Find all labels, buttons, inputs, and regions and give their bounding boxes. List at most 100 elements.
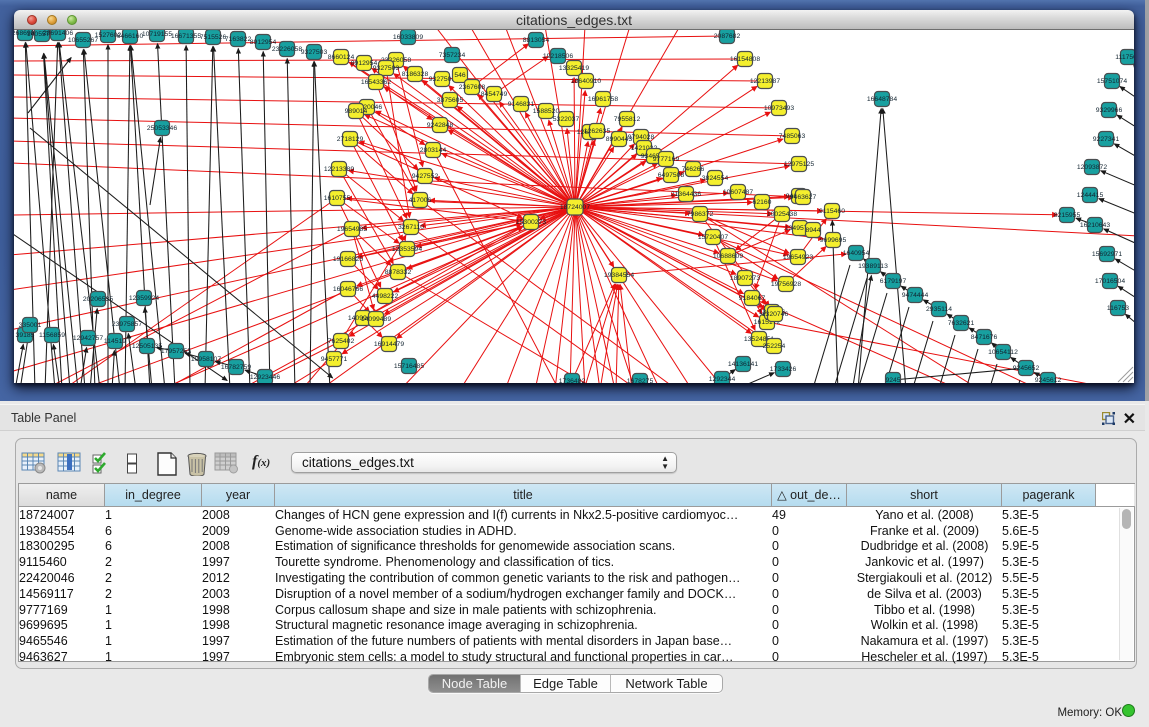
svg-text:15300273: 15300273 (516, 219, 546, 226)
svg-text:8215955: 8215955 (1054, 212, 1081, 219)
svg-text:19654985: 19654985 (337, 226, 367, 233)
svg-text:16046766: 16046766 (333, 286, 363, 293)
svg-text:8186328: 8186328 (402, 71, 429, 78)
svg-text:18640910: 18640910 (571, 78, 601, 85)
svg-text:9463627: 9463627 (790, 194, 817, 201)
svg-text:10973493: 10973493 (764, 105, 794, 112)
svg-text:2367608: 2367608 (459, 84, 486, 91)
svg-text:16782759: 16782759 (221, 364, 251, 371)
svg-text:5322037: 5322037 (553, 116, 580, 123)
svg-text:10958107: 10958107 (191, 356, 221, 363)
svg-text:9777169: 9777169 (653, 156, 680, 163)
svg-text:12093872: 12093872 (1077, 164, 1107, 171)
svg-text:14099489: 14099489 (361, 316, 391, 323)
svg-text:16154808: 16154808 (730, 56, 760, 63)
svg-text:12353594: 12353594 (392, 246, 422, 253)
svg-text:19384554: 19384554 (604, 272, 634, 279)
svg-text:62160: 62160 (753, 199, 772, 206)
svg-text:335001: 335001 (19, 322, 42, 329)
svg-text:8471676: 8471676 (971, 334, 998, 341)
svg-text:2087682: 2087682 (714, 33, 741, 40)
svg-text:9474444: 9474444 (902, 292, 929, 299)
svg-text:21364436: 21364436 (671, 191, 701, 198)
svg-text:10719155: 10719155 (142, 31, 172, 38)
svg-text:23975857: 23975857 (112, 321, 142, 328)
svg-text:20691406: 20691406 (43, 30, 73, 37)
svg-text:7632621: 7632621 (948, 320, 975, 327)
svg-text:10654112: 10654112 (988, 349, 1018, 356)
svg-text:9184067: 9184067 (739, 295, 766, 302)
svg-text:1588520: 1588520 (533, 108, 560, 115)
svg-text:10607487: 10607487 (723, 189, 753, 196)
svg-text:9227341: 9227341 (1093, 136, 1120, 143)
svg-text:7625402: 7625402 (328, 338, 355, 345)
svg-text:2803144: 2803144 (420, 147, 447, 154)
svg-text:4498222: 4498222 (372, 293, 399, 300)
svg-text:19166825: 19166825 (333, 256, 363, 263)
svg-text:15716485: 15716485 (394, 363, 424, 370)
svg-text:1736482: 1736482 (559, 378, 586, 383)
svg-text:989014: 989014 (345, 108, 368, 115)
svg-text:1292344: 1292344 (709, 376, 736, 383)
svg-text:7986372: 7986372 (687, 211, 714, 218)
svg-text:10655267: 10655267 (68, 37, 98, 44)
svg-text:7163822: 7163822 (225, 36, 252, 43)
svg-text:6497508: 6497508 (658, 172, 685, 179)
svg-text:12213389: 12213389 (324, 166, 354, 173)
svg-text:15692971: 15692971 (1092, 251, 1122, 258)
svg-text:13325419: 13325419 (559, 65, 589, 72)
svg-text:15751074: 15751074 (1097, 78, 1127, 85)
svg-text:16033809: 16033809 (393, 34, 423, 41)
svg-text:546: 546 (454, 72, 466, 79)
svg-text:12923446: 12923446 (250, 374, 280, 381)
svg-text:9427552: 9427552 (412, 173, 439, 180)
svg-text:9146821: 9146821 (508, 101, 535, 108)
svg-text:7485063: 7485063 (779, 133, 806, 140)
svg-text:3267110: 3267110 (398, 224, 424, 231)
svg-text:1320746: 1320746 (762, 311, 789, 318)
svg-text:9242848: 9242848 (427, 122, 454, 129)
svg-text:18907273: 18907273 (730, 275, 760, 282)
svg-text:1244415: 1244415 (1077, 192, 1104, 199)
svg-text:2935114: 2935114 (926, 306, 952, 313)
svg-text:17957255: 17957255 (161, 348, 191, 355)
svg-text:14136141: 14136141 (728, 361, 758, 368)
svg-text:8944: 8944 (805, 227, 820, 234)
svg-text:2718129: 2718129 (337, 136, 364, 143)
svg-text:16543362: 16543362 (361, 79, 391, 86)
svg-text:17016504: 17016504 (1095, 278, 1125, 285)
svg-text:12942757: 12942757 (73, 335, 103, 342)
svg-text:12359924: 12359924 (129, 295, 159, 302)
svg-text:8454749: 8454749 (481, 91, 508, 98)
svg-text:9327503: 9327503 (373, 65, 400, 72)
svg-text:12505135: 12505135 (132, 343, 162, 350)
svg-text:16210643: 16210643 (1080, 222, 1110, 229)
svg-text:7955812: 7955812 (614, 116, 641, 123)
svg-text:19654923: 19654923 (783, 254, 813, 261)
svg-text:39185: 39185 (16, 332, 35, 339)
svg-text:10688609: 10688609 (713, 253, 743, 260)
svg-text:6179197: 6179197 (880, 278, 907, 285)
svg-text:1640954: 1640954 (843, 250, 870, 257)
svg-text:3824554: 3824554 (702, 175, 729, 182)
svg-text:20206535: 20206535 (83, 296, 113, 303)
svg-text:1733426: 1733426 (770, 366, 797, 373)
svg-text:114519: 114519 (104, 338, 126, 345)
svg-text:16648784: 16648784 (867, 96, 897, 103)
svg-text:746266: 746266 (682, 166, 705, 173)
svg-text:116753: 116753 (1107, 305, 1129, 312)
svg-text:12975125: 12975125 (784, 161, 814, 168)
svg-text:19756928: 19756928 (771, 281, 801, 288)
svg-text:8878332: 8878332 (385, 269, 412, 276)
svg-text:9245612: 9245612 (1035, 377, 1062, 383)
svg-text:9457771: 9457771 (321, 356, 348, 363)
svg-text:9327503: 9327503 (301, 49, 328, 56)
svg-text:12213987: 12213987 (750, 78, 780, 85)
svg-text:10025438: 10025438 (767, 211, 797, 218)
svg-text:7357234: 7357234 (439, 52, 466, 59)
svg-text:9245: 9245 (885, 377, 900, 383)
svg-text:1610755: 1610755 (324, 195, 351, 202)
svg-text:8912954: 8912954 (250, 39, 277, 46)
svg-text:6466160: 6466160 (117, 33, 144, 40)
svg-text:9329966: 9329966 (1096, 107, 1123, 114)
